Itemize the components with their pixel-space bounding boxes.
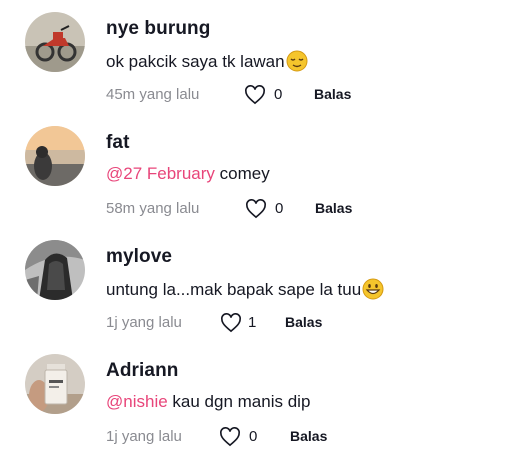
timestamp: 1j yang lalu <box>106 428 182 445</box>
like-count: 0 <box>275 200 284 217</box>
heart-icon[interactable] <box>245 199 267 219</box>
heart-icon[interactable] <box>220 313 242 333</box>
username[interactable]: mylove <box>106 246 172 268</box>
comment-body: untung la...mak bapak sape la tuu <box>106 280 362 299</box>
timestamp: 1j yang lalu <box>106 314 182 331</box>
avatar[interactable] <box>25 354 85 414</box>
mention-link[interactable]: @nishie <box>106 392 168 411</box>
motorcycle-photo-icon <box>25 12 85 72</box>
comment-item: Adriann @nishie kau dgn manis dip 1j yan… <box>0 342 510 452</box>
comment-item: fat @27 February comey 58m yang lalu 0 B… <box>0 114 510 224</box>
reply-button[interactable]: Balas <box>290 428 327 444</box>
username[interactable]: nye burung <box>106 18 210 40</box>
grinning-face-icon <box>362 278 384 300</box>
reply-button[interactable]: Balas <box>285 314 322 330</box>
comment-text: ok pakcik saya tk lawan <box>106 50 308 72</box>
comment-item: mylove untung la...mak bapak sape la tuu… <box>0 228 510 338</box>
reply-button[interactable]: Balas <box>314 86 351 102</box>
comment-text: @nishie kau dgn manis dip <box>106 392 310 412</box>
relieved-face-icon <box>286 50 308 72</box>
timestamp: 58m yang lalu <box>106 200 200 217</box>
black-white-photo-icon <box>25 240 85 300</box>
avatar[interactable] <box>25 240 85 300</box>
mention-link[interactable]: @27 February <box>106 164 215 183</box>
serum-bottle-photo-icon <box>25 354 85 414</box>
comment-body: ok pakcik saya tk lawan <box>106 52 285 71</box>
comment-item: nye burung ok pakcik saya tk lawan 45m y… <box>0 0 510 110</box>
like-count: 0 <box>249 428 258 445</box>
like-count: 1 <box>248 314 257 331</box>
comment-text: untung la...mak bapak sape la tuu <box>106 278 384 300</box>
like-count: 0 <box>274 86 283 103</box>
username[interactable]: Adriann <box>106 360 178 382</box>
heart-icon[interactable] <box>219 427 241 447</box>
username[interactable]: fat <box>106 132 130 154</box>
avatar[interactable] <box>25 12 85 72</box>
comment-text: @27 February comey <box>106 164 270 184</box>
comment-body: kau dgn manis dip <box>172 392 311 411</box>
reply-button[interactable]: Balas <box>315 200 352 216</box>
avatar[interactable] <box>25 126 85 186</box>
comment-body: comey <box>219 164 270 183</box>
sunset-beach-photo-icon <box>25 126 85 186</box>
timestamp: 45m yang lalu <box>106 86 200 103</box>
heart-icon[interactable] <box>244 85 266 105</box>
